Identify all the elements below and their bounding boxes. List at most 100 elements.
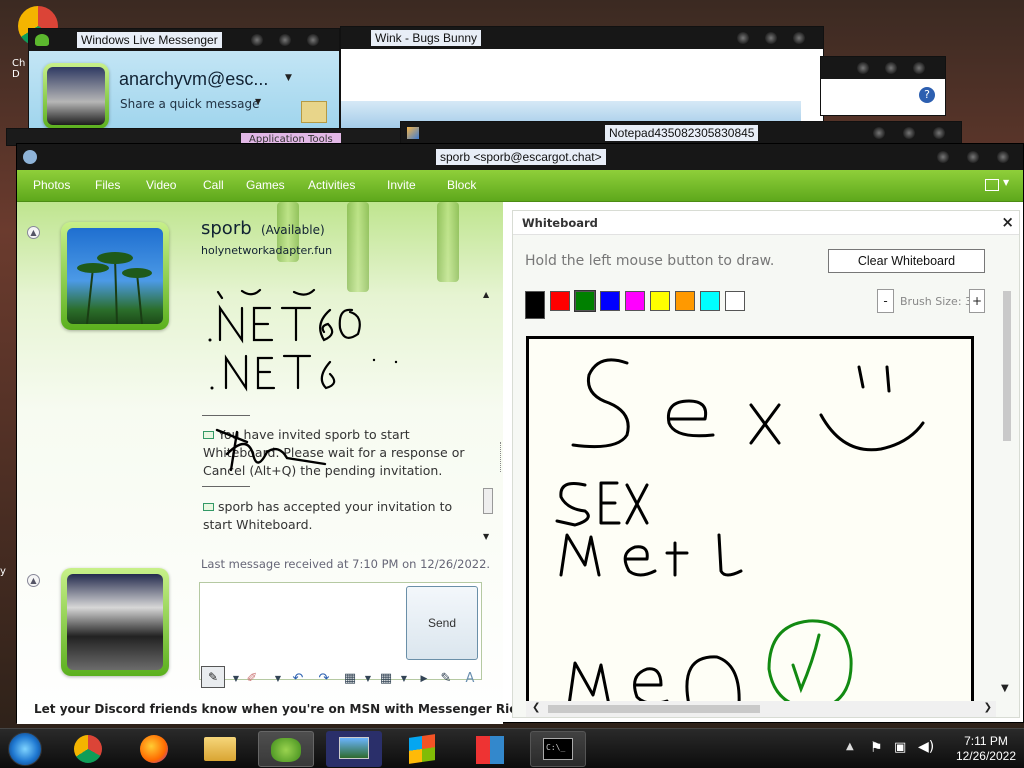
clear-whiteboard-button[interactable]: Clear Whiteboard	[828, 249, 985, 273]
taskbar-firefox-icon[interactable]	[126, 731, 182, 767]
brush-increase-button[interactable]: +	[969, 289, 985, 313]
horizontal-scroll-thumb[interactable]	[548, 705, 760, 713]
scroll-down-icon[interactable]: ▼	[483, 532, 489, 541]
whiteboard-close-button[interactable]: ×	[1001, 213, 1014, 231]
wink-window-title: Wink - Bugs Bunny	[371, 30, 482, 46]
menu-activities[interactable]: Activities	[308, 178, 355, 192]
color-swatch[interactable]	[700, 291, 720, 311]
messenger-logo-icon	[35, 34, 49, 46]
last-received-status: Last message received at 7:10 PM on 12/2…	[201, 557, 491, 571]
system-clock[interactable]: 7:11 PM 12/26/2022	[956, 734, 1016, 764]
pane-splitter[interactable]	[500, 442, 503, 472]
collapse-contact-button[interactable]: ▲	[27, 226, 40, 239]
maximize-button[interactable]	[885, 62, 897, 74]
scroll-right-icon[interactable]: ❯	[984, 702, 992, 713]
network-icon[interactable]: ▣	[894, 740, 906, 755]
conversation-window[interactable]: sporb <sporb@escargot.chat> Photos Files…	[16, 143, 1024, 724]
send-button[interactable]: Send	[406, 586, 478, 660]
whiteboard-vertical-scrollbar[interactable]: ▼	[999, 291, 1015, 701]
taskbar-explorer-icon[interactable]	[192, 731, 248, 767]
text-mode-icon[interactable]: A	[459, 670, 481, 688]
footer-ad-link[interactable]: Let your Discord friends know when you'r…	[34, 702, 549, 716]
whiteboard-canvas[interactable]	[526, 336, 974, 706]
volume-icon[interactable]: ◀)	[918, 739, 934, 755]
name-dropdown-icon[interactable]: ▼	[285, 73, 292, 83]
start-button[interactable]	[8, 732, 42, 766]
contact-status: (Available)	[261, 223, 325, 237]
show-hidden-icons-button[interactable]: ▲	[846, 741, 854, 752]
eraser-dropdown-icon[interactable]: ▼	[267, 670, 289, 688]
minimize-button[interactable]	[873, 127, 885, 139]
messenger-main-window[interactable]: Windows Live Messenger anarchyvm@esc... …	[28, 28, 340, 143]
color-swatch[interactable]	[725, 291, 745, 311]
collapse-self-button[interactable]: ▲	[27, 574, 40, 587]
color-swatch[interactable]	[550, 291, 570, 311]
quick-message-field[interactable]: Share a quick message	[120, 97, 259, 111]
notepad-window[interactable]: Notepad435082305830845	[400, 121, 962, 145]
eraser-icon[interactable]: ✐	[241, 670, 263, 688]
minimize-button[interactable]	[737, 32, 749, 44]
scroll-down-icon[interactable]: ▼	[1001, 683, 1009, 694]
close-button[interactable]	[793, 32, 805, 44]
scroll-up-icon[interactable]: ▲	[483, 290, 489, 299]
wink-window[interactable]: Wink - Bugs Bunny	[340, 26, 824, 131]
ink-scribble	[215, 428, 327, 472]
menu-block[interactable]: Block	[447, 178, 476, 192]
scroll-left-icon[interactable]: ❮	[532, 702, 540, 713]
vertical-scroll-thumb[interactable]	[1003, 291, 1011, 441]
minimize-button[interactable]	[937, 151, 949, 163]
close-button[interactable]	[307, 34, 319, 46]
maximize-button[interactable]	[903, 127, 915, 139]
whiteboard-horizontal-scrollbar[interactable]: ❮ ❯	[526, 701, 996, 717]
mail-icon[interactable]	[301, 101, 327, 123]
color-swatch[interactable]	[675, 291, 695, 311]
background-window-right[interactable]: ?	[820, 56, 946, 116]
menu-invite[interactable]: Invite	[387, 178, 416, 192]
quick-message-dropdown-icon[interactable]: ▼	[255, 97, 261, 106]
wink-title-bar[interactable]: Wink - Bugs Bunny	[341, 27, 823, 49]
brush-decrease-button[interactable]: -	[877, 289, 894, 313]
own-avatar[interactable]	[43, 63, 109, 129]
menu-video[interactable]: Video	[146, 178, 176, 192]
background-dropdown-icon[interactable]: ▼	[393, 670, 415, 688]
scroll-thumb[interactable]	[483, 488, 493, 514]
taskbar-cmd-icon[interactable]: C:\_	[530, 731, 586, 767]
contact-avatar[interactable]	[61, 222, 169, 330]
redo-icon[interactable]: ↷	[313, 670, 335, 688]
color-swatch[interactable]	[625, 291, 645, 311]
own-display-name[interactable]: anarchyvm@esc...	[119, 69, 268, 90]
minimize-button[interactable]	[857, 62, 869, 74]
undo-icon[interactable]: ↶	[287, 670, 309, 688]
help-icon[interactable]: ?	[919, 87, 935, 103]
close-button[interactable]	[933, 127, 945, 139]
taskbar-windows-icon[interactable]	[394, 731, 450, 767]
close-button[interactable]	[913, 62, 925, 74]
conversation-title-bar[interactable]: sporb <sporb@escargot.chat>	[17, 144, 1023, 170]
taskbar-chrome-icon[interactable]	[60, 731, 116, 767]
close-button[interactable]	[997, 151, 1009, 163]
color-swatch[interactable]	[525, 291, 545, 319]
minimize-button[interactable]	[251, 34, 263, 46]
conversation-scrollbar[interactable]: ▲ ▼	[483, 290, 495, 550]
messenger-title-bar[interactable]: Windows Live Messenger	[29, 29, 339, 51]
menu-games[interactable]: Games	[246, 178, 285, 192]
flag-icon[interactable]: ⚑	[870, 740, 883, 756]
own-chat-avatar[interactable]	[61, 568, 169, 676]
layout-options-icon[interactable]	[985, 179, 999, 191]
menu-photos[interactable]: Photos	[33, 178, 70, 192]
taskbar-photo-viewer-icon[interactable]	[326, 731, 382, 767]
menu-files[interactable]: Files	[95, 178, 120, 192]
taskbar-control-panel-icon[interactable]	[462, 731, 518, 767]
menu-call[interactable]: Call	[203, 178, 224, 192]
maximize-button[interactable]	[765, 32, 777, 44]
maximize-button[interactable]	[967, 151, 979, 163]
maximize-button[interactable]	[279, 34, 291, 46]
taskbar-messenger-icon[interactable]	[258, 731, 314, 767]
color-swatch[interactable]	[650, 291, 670, 311]
chevron-down-icon[interactable]: ▼	[1003, 178, 1009, 187]
color-swatch[interactable]	[574, 290, 596, 312]
handwriting-pen-icon[interactable]: ✎	[201, 666, 225, 688]
more-tools-icon[interactable]: ▶	[413, 670, 435, 688]
ink-mode-icon[interactable]: ✎	[435, 670, 457, 688]
color-swatch[interactable]	[600, 291, 620, 311]
